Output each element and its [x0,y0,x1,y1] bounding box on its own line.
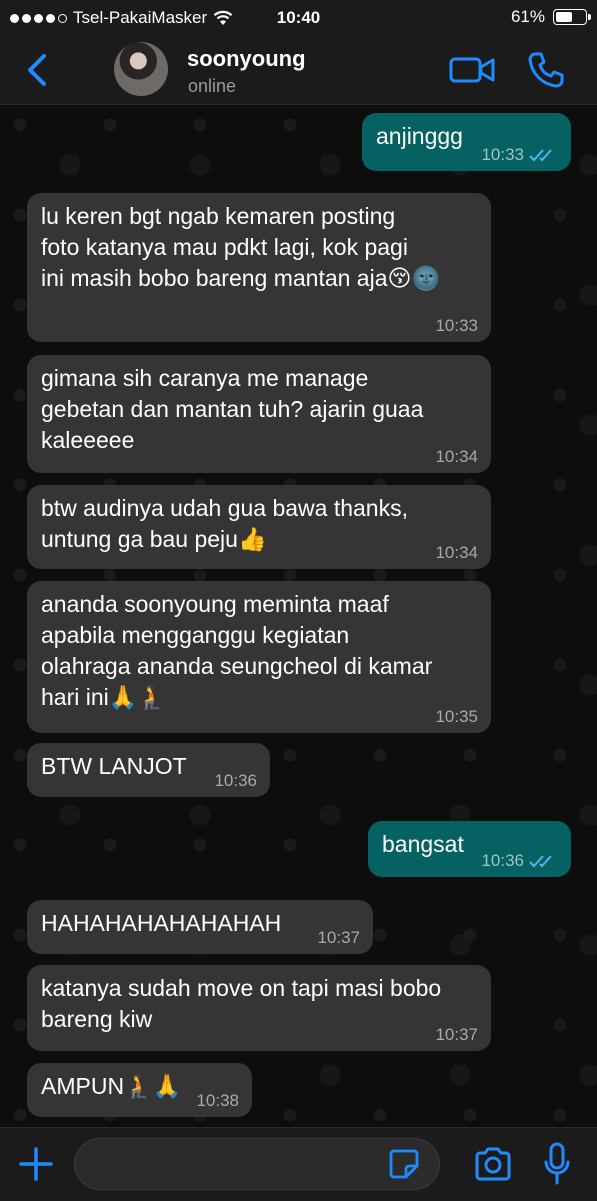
battery-fill [556,12,572,22]
chat-header: soonyoung online [0,36,597,105]
status-bar: Tsel-PakaiMasker 10:40 61% [0,0,597,36]
video-call-icon[interactable] [448,54,496,86]
message-time: 10:33 [435,316,478,335]
message-text: katanya sudah move on tapi masi bobo bar… [41,975,442,1032]
message-bubble-incoming[interactable]: BTW LANJOT 10:36 [27,743,270,797]
camera-icon[interactable] [473,1146,513,1182]
read-ticks-icon [529,855,552,868]
input-bar [0,1127,597,1201]
message-bubble-outgoing[interactable]: bangsat 10:36 [368,821,571,877]
message-text: ananda soonyoung meminta maaf apabila me… [41,591,433,710]
sticker-icon[interactable] [388,1148,420,1180]
message-text: lu keren bgt ngab kemaren posting foto k… [41,203,441,291]
message-time: 10:36 [481,851,524,870]
message-time: 10:36 [214,771,257,790]
message-bubble-incoming[interactable]: katanya sudah move on tapi masi bobo bar… [27,965,491,1051]
message-text: HAHAHAHAHAHAHAH [41,910,282,936]
back-chevron-icon[interactable] [22,50,54,90]
contact-status: online [188,76,237,96]
battery-icon [553,9,591,25]
message-bubble-incoming[interactable]: btw audinya udah gua bawa thanks, untung… [27,485,491,569]
message-time: 10:34 [435,543,478,562]
message-bubble-incoming[interactable]: gimana sih caranya me manage gebetan dan… [27,355,491,473]
message-bubble-outgoing[interactable]: anjinggg 10:33 [362,113,571,171]
status-time: 10:40 [276,8,321,27]
chat-area[interactable]: anjinggg 10:33 lu keren bgt ngab kemaren… [0,105,597,1127]
battery-percent: 61% [510,7,545,26]
status-right: 61% [510,7,591,27]
message-bubble-incoming[interactable]: lu keren bgt ngab kemaren posting foto k… [27,193,491,342]
contact-name[interactable]: soonyoung [187,46,306,72]
microphone-icon[interactable] [543,1142,571,1186]
phone-call-icon[interactable] [526,50,566,90]
message-input[interactable] [74,1138,440,1190]
message-text: gimana sih caranya me manage gebetan dan… [41,365,424,453]
message-text: btw audinya udah gua bawa thanks, untung… [41,495,408,552]
message-bubble-incoming[interactable]: AMPUN🧎🙏 10:38 [27,1063,252,1117]
message-time: 10:35 [435,707,478,726]
message-time: 10:33 [481,145,524,164]
message-time: 10:37 [435,1025,478,1044]
message-time: 10:37 [317,928,360,947]
plus-icon[interactable] [18,1146,54,1182]
message-bubble-incoming[interactable]: ananda soonyoung meminta maaf apabila me… [27,581,491,733]
message-time: 10:34 [435,447,478,466]
message-bubble-incoming[interactable]: HAHAHAHAHAHAHAH 10:37 [27,900,373,954]
message-time: 10:38 [196,1091,239,1110]
read-ticks-icon [529,149,552,162]
avatar[interactable] [114,42,168,96]
